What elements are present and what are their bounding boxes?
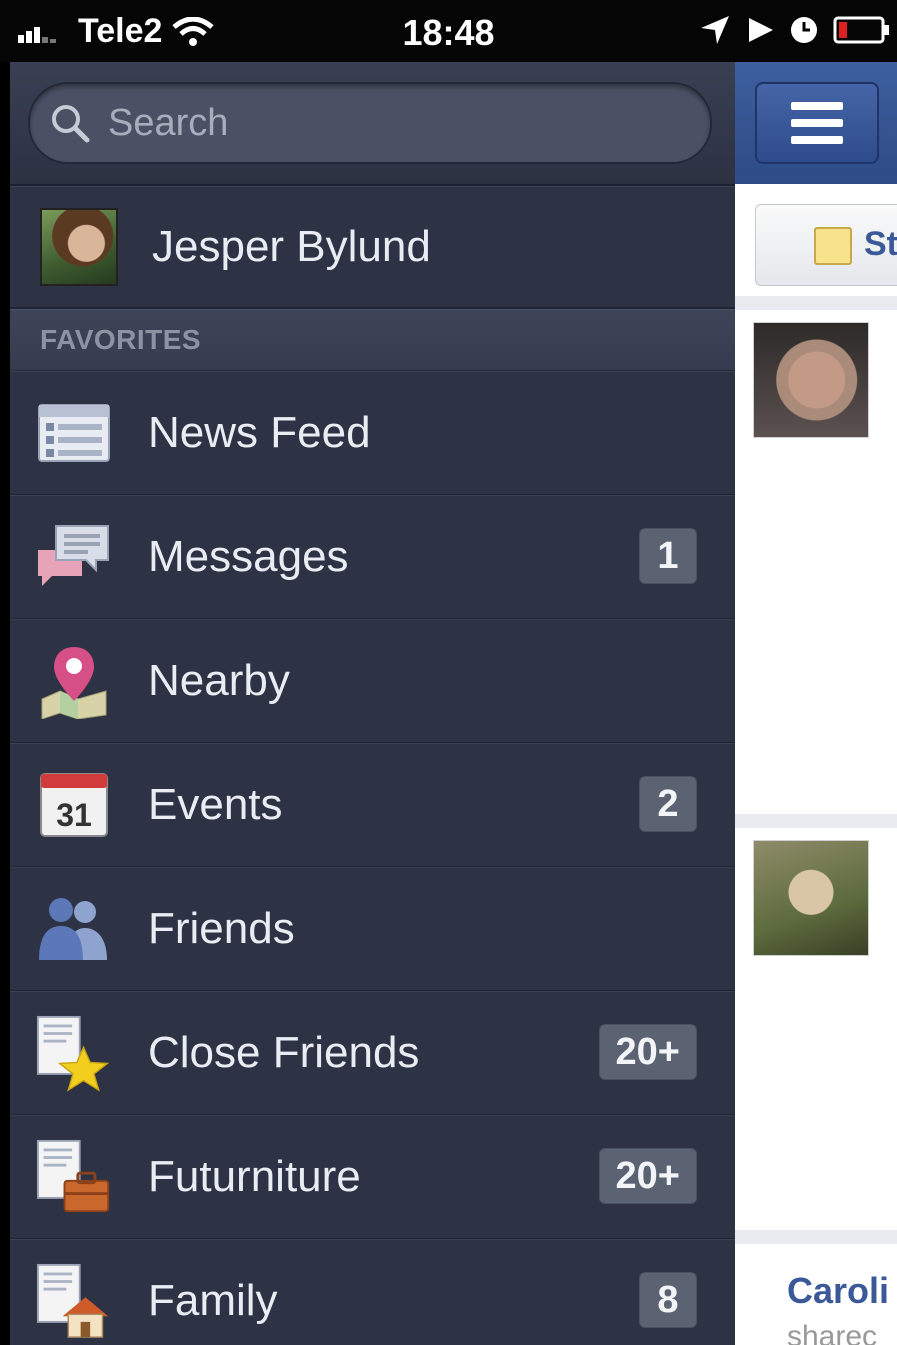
status-icons <box>699 14 891 46</box>
status-button-label: St <box>864 225 897 263</box>
briefcase-list-icon <box>36 1139 112 1215</box>
post-action-text: sharec <box>787 1320 878 1345</box>
close-friends-icon <box>36 1015 112 1092</box>
status-bar: Tele2 18:48 <box>0 0 897 62</box>
favorites-header: FAVORITES <box>10 309 735 371</box>
menu-item-label: Events <box>148 780 283 829</box>
battery-icon <box>833 16 889 44</box>
search-input[interactable] <box>106 100 670 146</box>
friends-icon <box>36 891 112 967</box>
count-badge: 8 <box>639 1272 697 1328</box>
menu-item-family[interactable]: Family 8 <box>10 1239 735 1345</box>
count-badge: 2 <box>639 776 697 832</box>
search-icon <box>52 105 90 143</box>
count-badge: 20+ <box>598 1024 697 1080</box>
news-feed-icon <box>36 395 112 471</box>
side-menu: Jesper Bylund FAVORITES News Feed Messag… <box>10 62 735 1345</box>
note-icon <box>814 227 852 265</box>
calendar-day: 31 <box>56 797 92 833</box>
count-badge: 1 <box>639 528 697 584</box>
divider <box>735 296 897 310</box>
count-badge: 20+ <box>598 1148 697 1204</box>
menu-item-nearby[interactable]: Nearby <box>10 619 735 743</box>
post-author-name[interactable]: Caroli <box>787 1270 889 1312</box>
menu-item-label: News Feed <box>148 408 371 457</box>
menu-item-news-feed[interactable]: News Feed <box>10 371 735 495</box>
menu-item-label: Friends <box>148 904 295 953</box>
menu-toggle-button[interactable] <box>755 82 879 164</box>
menu-item-label: Family <box>148 1276 278 1325</box>
menu-item-label: Close Friends <box>148 1028 420 1077</box>
menu-item-label: Messages <box>148 532 349 581</box>
play-icon <box>749 18 773 42</box>
feed-top-bar <box>735 62 897 184</box>
post-avatar[interactable] <box>753 322 869 438</box>
profile-row[interactable]: Jesper Bylund <box>10 186 735 309</box>
hamburger-icon <box>791 102 843 153</box>
menu-item-friends[interactable]: Friends <box>10 867 735 991</box>
location-arrow-icon <box>701 16 729 44</box>
search-field[interactable] <box>28 82 712 164</box>
menu-item-futurniture[interactable]: Futurniture 20+ <box>10 1115 735 1239</box>
alarm-icon <box>791 17 817 43</box>
divider <box>735 1230 897 1244</box>
menu-item-close-friends[interactable]: Close Friends 20+ <box>10 991 735 1115</box>
status-button[interactable]: St <box>755 204 897 286</box>
map-pin-icon <box>36 643 112 719</box>
calendar-icon: 31 <box>36 767 112 843</box>
divider <box>735 814 897 828</box>
search-bar <box>10 62 735 186</box>
menu-item-events[interactable]: 31 Events 2 <box>10 743 735 867</box>
menu-item-label: Nearby <box>148 656 290 705</box>
avatar <box>40 208 118 286</box>
house-list-icon <box>36 1263 112 1339</box>
menu-item-label: Futurniture <box>148 1152 361 1201</box>
profile-name: Jesper Bylund <box>152 222 431 271</box>
menu-item-messages[interactable]: Messages 1 <box>10 495 735 619</box>
messages-icon <box>36 519 112 595</box>
post-avatar[interactable] <box>753 840 869 956</box>
section-title: FAVORITES <box>40 324 202 355</box>
news-feed-peek: St Caroli sharec <box>735 62 897 1345</box>
